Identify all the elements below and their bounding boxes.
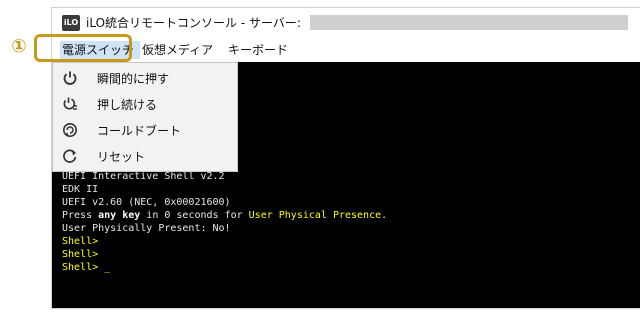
console-text: in 0 seconds for [140, 210, 249, 221]
menu-item-label: コールドブート [97, 124, 182, 138]
momentary-press-item[interactable]: 瞬間的に押す [53, 65, 237, 91]
power-icon [61, 69, 79, 87]
console-output: UEFI Interactive Shell v2.2 EDK II UEFI … [62, 170, 387, 274]
console-text: . [381, 210, 388, 221]
console-line: UEFI Interactive Shell v2.2 [62, 171, 225, 182]
power-hold-icon [61, 95, 79, 113]
title-bar: iLO iLO統合リモートコンソール - サーバー: [52, 8, 640, 38]
menu-virtual-media[interactable]: 仮想メディア [142, 41, 213, 59]
menu-keyboard[interactable]: キーボード [228, 41, 288, 59]
menu-bar: 電源スイッチ 仮想メディア キーボード [52, 38, 640, 62]
console-line: User Physically Present: No! [62, 223, 231, 234]
console-text: User Physical Presence [248, 210, 382, 221]
console-line-press: Press any key in 0 seconds for User Phys… [62, 210, 387, 221]
shell-prompt: Shell> [62, 249, 99, 260]
menu-item-label: リセット [97, 150, 146, 164]
reset-icon [61, 147, 79, 165]
cold-boot-item[interactable]: コールドブート [53, 117, 237, 143]
menu-item-label: 瞬間的に押す [97, 72, 170, 86]
console-line: EDK II [62, 184, 99, 195]
server-name-redacted [310, 15, 628, 30]
window-title: iLO統合リモートコンソール - サーバー: [86, 16, 301, 30]
press-and-hold-item[interactable]: 押し続ける [53, 91, 237, 117]
step-number-marker: ① [8, 36, 30, 58]
console-text: Press [62, 210, 99, 221]
ilo-app-icon: iLO [62, 15, 80, 31]
power-switch-dropdown: 瞬間的に押す 押し続ける コールドブート リセット [52, 62, 238, 172]
callout-highlight-box [34, 34, 132, 62]
console-text: any key [98, 210, 141, 221]
cold-boot-icon [61, 121, 79, 139]
shell-prompt: Shell> [62, 236, 99, 247]
shell-prompt-cursor: Shell> _ [62, 262, 111, 273]
menu-item-label: 押し続ける [97, 98, 158, 112]
reset-item[interactable]: リセット [53, 143, 237, 169]
remote-console-window: iLO iLO統合リモートコンソール - サーバー: 電源スイッチ 仮想メディア… [52, 8, 640, 308]
console-line: UEFI v2.60 (NEC, 0x00021600) [62, 197, 231, 208]
